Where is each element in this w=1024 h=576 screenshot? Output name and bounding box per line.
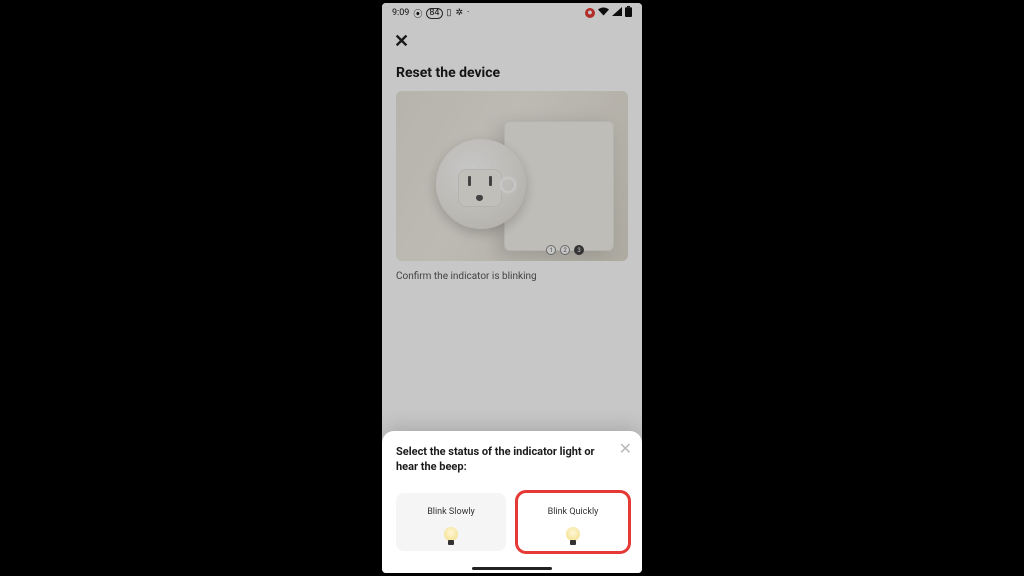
option-label: Blink Quickly — [522, 507, 624, 517]
camera-icon: ⦿ — [413, 7, 422, 20]
option-row: Blink Slowly Blink Quickly — [396, 493, 628, 551]
step-dot: 3 — [574, 245, 584, 255]
close-icon[interactable]: ✕ — [394, 31, 409, 52]
bottom-sheet: ✕ Select the status of the indicator lig… — [382, 431, 642, 573]
more-icon: · — [467, 8, 469, 18]
image-caption: Confirm the indicator is blinking — [396, 271, 628, 282]
page-title: Reset the device — [396, 65, 628, 81]
sheet-title: Select the status of the indicator light… — [396, 445, 628, 475]
battery-icon — [625, 6, 632, 20]
status-bar: 9:09 ⦿ 84 ▯ ✲ · ● — [382, 3, 642, 23]
bulb-icon — [444, 527, 458, 541]
option-blink-quickly[interactable]: Blink Quickly — [518, 493, 628, 551]
phone-frame: 9:09 ⦿ 84 ▯ ✲ · ● ✕ Reset the device — [382, 3, 642, 573]
status-time: 9:09 — [392, 8, 409, 18]
step-dot: 1 — [546, 245, 556, 255]
battery-pct-icon: 84 — [426, 8, 442, 19]
page-content: Reset the device 1 2 3 Confirm the indic… — [382, 59, 642, 288]
step-indicator: 1 2 3 — [546, 245, 584, 255]
home-indicator[interactable] — [472, 567, 552, 570]
bluetooth-icon: ✲ — [455, 8, 463, 18]
step-dot: 2 — [560, 245, 570, 255]
bulb-icon — [566, 527, 580, 541]
option-label: Blink Slowly — [400, 507, 502, 517]
sheet-close-icon[interactable]: ✕ — [619, 439, 632, 458]
device-illustration: 1 2 3 — [396, 91, 628, 261]
signal-icon — [612, 7, 622, 19]
indicator-ring-icon — [500, 177, 516, 193]
record-icon: ● — [585, 8, 595, 18]
top-bar: ✕ — [382, 23, 642, 59]
wifi-icon — [598, 7, 609, 19]
option-blink-slowly[interactable]: Blink Slowly — [396, 493, 506, 551]
vibrate-icon: ▯ — [447, 8, 452, 18]
